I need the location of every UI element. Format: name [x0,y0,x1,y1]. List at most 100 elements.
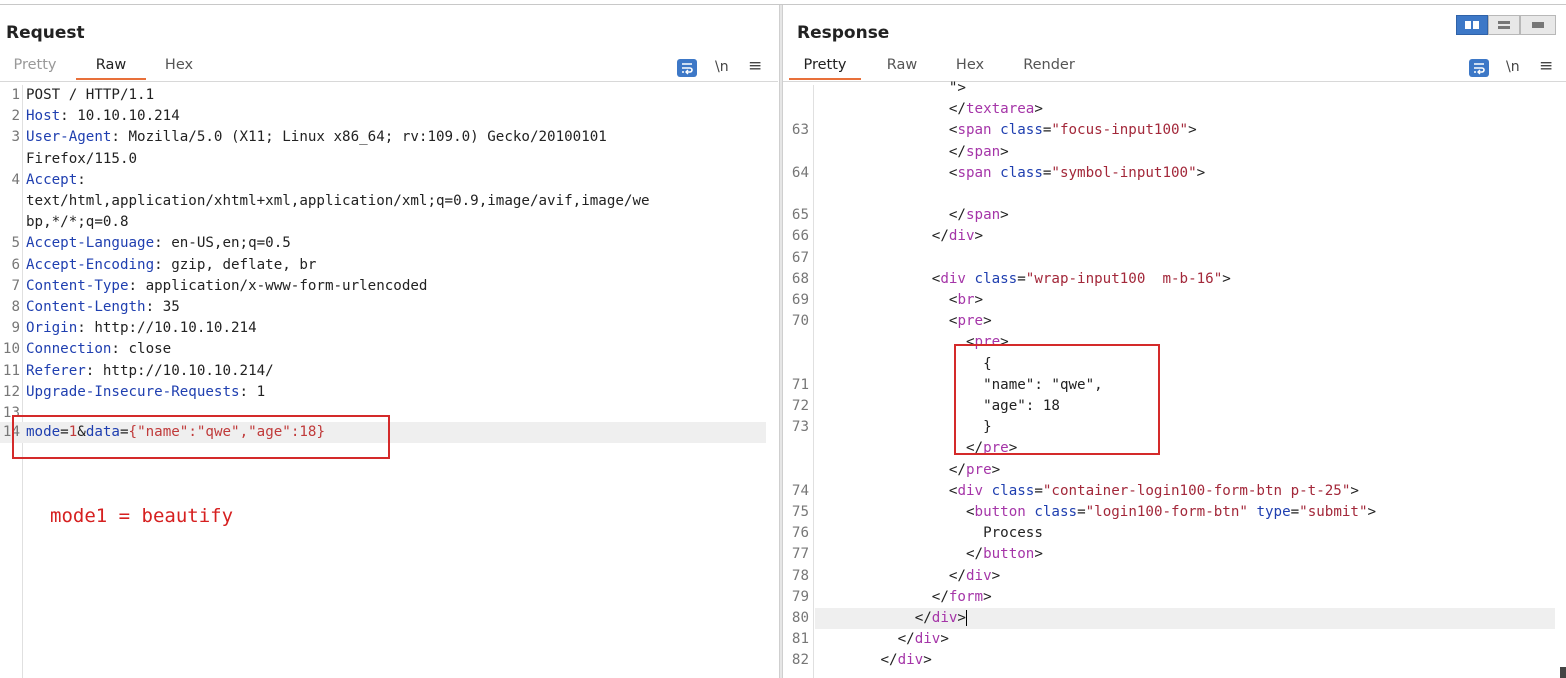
header-name: Accept [26,171,78,188]
token-attr: class [1034,504,1078,520]
wrap-lines-icon[interactable] [1469,59,1489,77]
line-number: 80 [791,610,809,626]
layout-single-icon[interactable] [1520,15,1556,35]
line-text: <pre> [949,311,992,332]
line-text: Origin: http://10.10.10.214 [26,318,257,339]
header-name: Accept-Language [26,235,155,252]
token-br: > [974,228,984,245]
token-tag: textarea [965,101,1035,118]
response-line: 64 <span class="symbol-input100"> [783,163,1566,184]
header-value: 1 [256,383,266,400]
token-str: "symbol-input100" [1051,164,1197,181]
show-newlines-icon[interactable]: \n [1506,59,1520,79]
token-br: </ [966,546,984,563]
request-tab-pretty[interactable]: Pretty [4,55,66,80]
response-line: </pre> [783,460,1566,481]
response-line: 63 <span class="focus-input100"> [783,120,1566,141]
token-tag: br [957,292,975,308]
request-tab-raw[interactable]: Raw [76,55,146,80]
header-value: text/html,application/xhtml+xml,applicat… [26,193,650,209]
response-line: 78 </div> [783,566,1566,587]
menu-icon[interactable]: ≡ [1539,56,1553,76]
line-number: 78 [791,567,809,584]
line-text: </form> [932,587,992,608]
header-name: Origin [26,320,78,337]
token-br: > [1188,122,1197,139]
token-br: Process [983,525,1043,542]
token-br [992,165,1001,181]
line-number: 69 [791,292,809,308]
line-text: Accept-Encoding: gzip, deflate, br [26,255,316,276]
line-number: 4 [11,171,20,188]
line-number: 67 [791,249,809,266]
request-pane: Request Pretty Raw Hex \n ≡ 1 POST / HTTP… [0,5,778,678]
line-number: 64 [791,164,809,181]
layout-side-by-side-icon[interactable] [1456,15,1488,35]
scrollbar-thumb[interactable] [1560,667,1566,678]
token-br [983,483,992,499]
token-br: </ [931,228,949,245]
response-tab-raw[interactable]: Raw [875,55,929,80]
header-separator: : [77,171,86,188]
line-number: 75 [791,504,809,520]
token-br: > [1000,207,1009,224]
show-newlines-icon[interactable]: \n [715,59,729,79]
line-number: 66 [791,228,809,245]
header-value: POST / HTTP/1.1 [26,87,155,103]
line-number: 8 [11,299,20,315]
token-br: > [991,461,1001,478]
response-tab-render[interactable]: Render [1011,55,1087,80]
line-text: "> [949,78,966,99]
request-editor[interactable]: 1 POST / HTTP/1.1 2 Host: 10.10.10.214 3 User… [0,85,778,678]
request-line: Firefox/115.0 [0,149,778,170]
header-separator: : [85,362,103,379]
request-line: 9 Origin: http://10.10.10.214 [0,318,778,339]
line-text: </span> [949,142,1009,163]
response-line: 75 <button class="login100-form-btn" type… [783,502,1566,523]
line-text: <span class="symbol-input100"> [949,163,1205,184]
header-value: http://10.10.10.214 [94,320,257,337]
line-text: Host: 10.10.10.214 [26,106,180,127]
header-separator: : [154,235,172,252]
line-text: Content-Type: application/x-www-form-url… [26,276,427,297]
token-br: </ [948,207,966,224]
token-br [992,122,1001,138]
token-br: "> [948,80,966,96]
line-text: text/html,application/xhtml+xml,applicat… [26,191,650,212]
wrap-lines-icon[interactable] [677,59,697,77]
token-br: </ [948,143,966,160]
token-br: > [940,631,949,648]
layout-stacked-icon[interactable] [1488,15,1520,35]
token-tag: div [931,610,958,626]
line-number: 79 [791,588,809,605]
response-line: 80 </div> [792,608,1555,629]
line-text: Content-Length: 35 [26,297,180,318]
header-name: Content-Type [26,277,129,294]
line-number: 3 [11,129,20,146]
token-attr: type [1256,504,1291,520]
response-line: 74 <div class="container-login100-form-bt… [783,481,1566,502]
response-tab-hex[interactable]: Hex [945,55,995,80]
header-name: Host [26,108,61,125]
header-value: application/x-www-form-urlencoded [145,277,428,294]
request-line: 2 Host: 10.10.10.214 [0,106,778,127]
line-text: </div> [881,650,932,671]
response-line: 69 <br> [783,290,1566,311]
response-tab-pretty[interactable]: Pretty [789,55,861,80]
token-br: > [974,292,984,308]
token-str: "container-login100-form-btn p-t-25" [1042,482,1351,499]
line-number: 82 [791,652,809,669]
request-line: 1 POST / HTTP/1.1 [0,85,778,106]
response-line: 79 </form> [783,587,1566,608]
line-number: 68 [791,270,809,287]
line-number: 65 [791,207,809,224]
token-str: "focus-input100" [1051,122,1189,139]
header-separator: : [111,341,129,358]
line-number: 81 [791,631,809,648]
header-name: Referer [26,362,86,379]
response-editor[interactable]: "> </ textarea > 63 <span class="focus-input1… [783,78,1566,671]
request-body-highlight-box [12,415,390,459]
request-tab-hex[interactable]: Hex [154,55,204,80]
header-name: User-Agent [26,129,112,146]
menu-icon[interactable]: ≡ [748,56,762,76]
